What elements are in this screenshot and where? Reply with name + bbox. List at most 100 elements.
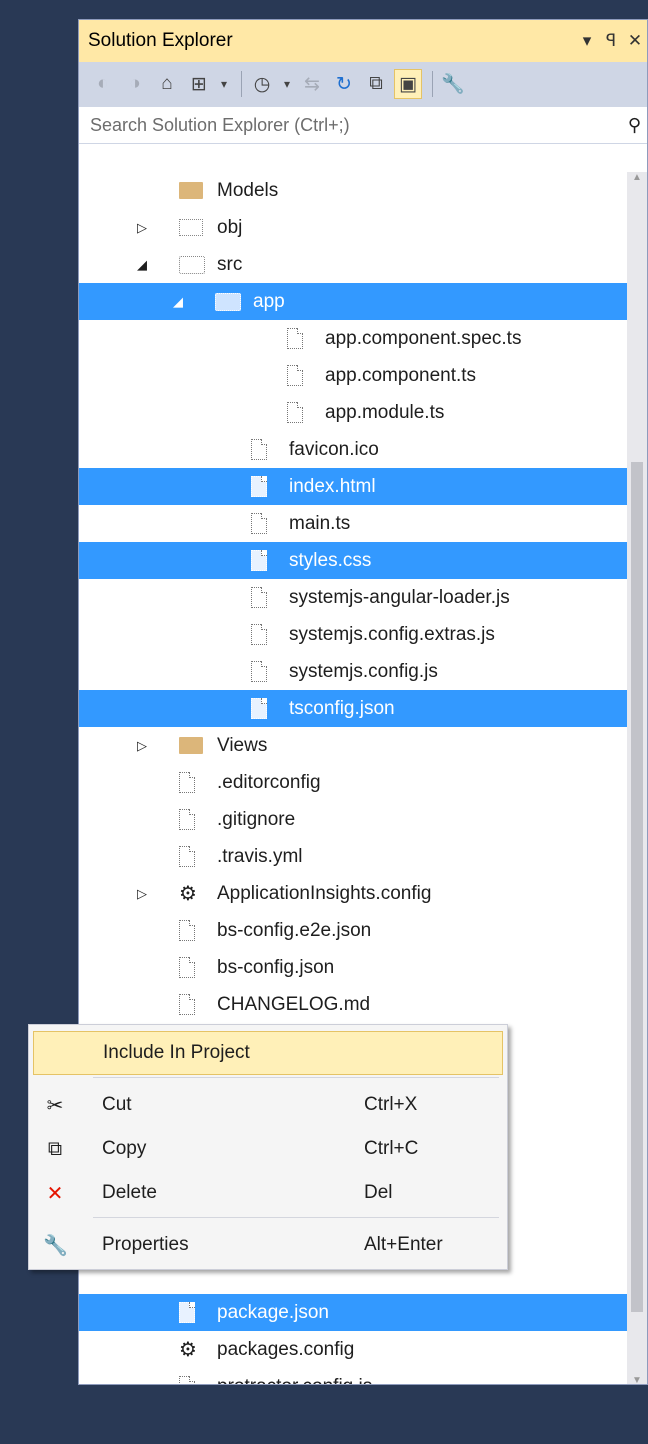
folder-open-excluded-icon <box>179 255 205 274</box>
menu-item-label: Delete <box>102 1182 157 1203</box>
properties-icon[interactable]: 🔧 <box>439 69 467 99</box>
delete-icon: ✕ <box>46 1182 64 1205</box>
tree-item-label: app.module.ts <box>325 401 445 423</box>
title-bar[interactable]: Solution Explorer ▾ ꟼ ✕ <box>79 20 647 62</box>
menu-item-delete[interactable]: ✕ Delete Del <box>29 1171 507 1215</box>
search-icon[interactable]: ⚲ <box>628 115 641 136</box>
tree-item-bs-config-json[interactable]: bs-config.json <box>79 949 629 986</box>
collapse-all-icon[interactable]: ⧉ <box>362 69 390 99</box>
tree-item-index-html[interactable]: index.html <box>79 468 629 505</box>
scissors-icon: ✂ <box>46 1094 64 1117</box>
tree-item-label: styles.css <box>289 549 372 571</box>
tree-item-label: Views <box>217 734 268 756</box>
tree-item-packages-config[interactable]: ⚙ packages.config <box>79 1331 629 1368</box>
expand-arrow-icon[interactable]: ▷ <box>135 220 149 236</box>
scroll-up-icon[interactable]: ▲ <box>627 172 647 183</box>
context-menu: Include In Project ✂ Cut Ctrl+X ⧉ Copy C… <box>28 1024 508 1270</box>
tree-item-travis-yml[interactable]: .travis.yml <box>79 838 629 875</box>
tree-item-systemjs-config-extras-js[interactable]: systemjs.config.extras.js <box>79 616 629 653</box>
tree-item-tsconfig-json[interactable]: tsconfig.json <box>79 690 629 727</box>
tree-item-label: ApplicationInsights.config <box>217 882 432 904</box>
tree-item-systemjs-angular-loader-js[interactable]: systemjs-angular-loader.js <box>79 579 629 616</box>
tree-item-editorconfig[interactable]: .editorconfig <box>79 764 629 801</box>
file-excluded-icon <box>287 328 303 349</box>
tree-item-label: src <box>217 253 243 275</box>
panel-title: Solution Explorer <box>88 30 233 51</box>
tree-item-protractor-config-js[interactable]: protractor.config.js <box>79 1368 629 1384</box>
window-position-dropdown-icon[interactable]: ▾ <box>575 31 599 51</box>
menu-item-label: Cut <box>102 1094 132 1115</box>
collapse-arrow-icon[interactable]: ◢ <box>171 294 185 310</box>
tree-item-src[interactable]: ◢ src <box>79 246 629 283</box>
file-excluded-icon <box>179 1376 195 1384</box>
close-icon[interactable]: ✕ <box>623 31 647 51</box>
tree-item-models[interactable]: Models <box>79 172 629 209</box>
tree-item-main-ts[interactable]: main.ts <box>79 505 629 542</box>
menu-item-shortcut: Del <box>364 1182 393 1203</box>
expand-arrow-icon[interactable]: ▷ <box>135 738 149 754</box>
tree-item-systemjs-config-js[interactable]: systemjs.config.js <box>79 653 629 690</box>
pin-icon[interactable]: ꟼ <box>599 31 623 51</box>
forward-icon[interactable]: ◑ <box>121 69 149 99</box>
tree-item-app-module-ts[interactable]: app.module.ts <box>79 394 629 431</box>
tree-item-app-component-ts[interactable]: app.component.ts <box>79 357 629 394</box>
file-excluded-icon <box>251 550 267 571</box>
tree-item-app[interactable]: ◢ app <box>79 283 629 320</box>
tree-item-obj[interactable]: ▷ obj <box>79 209 629 246</box>
scroll-thumb[interactable] <box>631 462 643 1312</box>
dropdown-icon[interactable]: ▾ <box>217 69 231 99</box>
pending-changes-filter-icon[interactable]: ◷ <box>248 69 276 99</box>
tree-item-label: bs-config.e2e.json <box>217 919 372 941</box>
tree-item-label: systemjs.config.extras.js <box>289 623 495 645</box>
tree-item-label: index.html <box>289 475 376 497</box>
tree-item-label: package.json <box>217 1301 329 1323</box>
tree-item-label: bs-config.json <box>217 956 335 978</box>
tree-item-bs-config-e2e-json[interactable]: bs-config.e2e.json <box>79 912 629 949</box>
sync-with-active-document-icon[interactable]: ⇆ <box>298 69 326 99</box>
tree-item-styles-css[interactable]: styles.css <box>79 542 629 579</box>
search-box: ⚲ <box>79 106 647 144</box>
switch-views-icon[interactable]: ⊞ <box>185 69 213 99</box>
file-excluded-icon <box>251 661 267 682</box>
scroll-down-icon[interactable]: ▼ <box>627 1375 647 1384</box>
tree-item-label: .travis.yml <box>217 845 303 867</box>
tree-item-favicon-ico[interactable]: favicon.ico <box>79 431 629 468</box>
file-excluded-icon <box>179 920 195 941</box>
collapse-arrow-icon[interactable]: ◢ <box>135 257 149 273</box>
back-icon[interactable]: ◐ <box>89 69 117 99</box>
toolbar: ◐ ◑ ⌂ ⊞ ▾ ◷ ▾ ⇆ ↻ ⧉ ▣ 🔧 <box>79 62 647 106</box>
toolbar-separator <box>432 71 433 97</box>
vertical-scrollbar[interactable]: ▲ ▼ <box>627 172 647 1384</box>
tree-item-label: tsconfig.json <box>289 697 395 719</box>
file-excluded-icon <box>251 439 267 460</box>
file-excluded-icon <box>251 476 267 497</box>
search-input[interactable] <box>88 113 628 137</box>
folder-icon <box>179 737 203 754</box>
menu-item-label: Copy <box>102 1138 147 1159</box>
menu-item-copy[interactable]: ⧉ Copy Ctrl+C <box>29 1127 507 1171</box>
menu-item-cut[interactable]: ✂ Cut Ctrl+X <box>29 1083 507 1127</box>
file-excluded-icon <box>251 698 267 719</box>
tree-item-gitignore[interactable]: .gitignore <box>79 801 629 838</box>
show-all-files-icon[interactable]: ▣ <box>394 69 422 99</box>
tree-item-label: systemjs-angular-loader.js <box>289 586 510 608</box>
dropdown-icon[interactable]: ▾ <box>280 69 294 99</box>
menu-item-shortcut: Ctrl+C <box>364 1138 419 1159</box>
expand-arrow-icon[interactable]: ▷ <box>135 886 149 902</box>
toolbar-separator <box>241 71 242 97</box>
tree-item-label: main.ts <box>289 512 351 534</box>
menu-item-properties[interactable]: 🔧 Properties Alt+Enter <box>29 1223 507 1267</box>
refresh-icon[interactable]: ↻ <box>330 69 358 99</box>
menu-item-include-in-project[interactable]: Include In Project <box>33 1031 503 1075</box>
tree-item-label: Models <box>217 179 279 201</box>
tree-item-app-component-spec-ts[interactable]: app.component.spec.ts <box>79 320 629 357</box>
tree-item-label: app <box>253 290 285 312</box>
config-file-icon: ⚙ <box>179 882 197 905</box>
tree-item-changelog-md[interactable]: CHANGELOG.md <box>79 986 629 1023</box>
tree-item-views[interactable]: ▷ Views <box>79 727 629 764</box>
tree-item-applicationinsights-config[interactable]: ▷ ⚙ ApplicationInsights.config <box>79 875 629 912</box>
folder-icon <box>179 182 203 199</box>
home-icon[interactable]: ⌂ <box>153 69 181 99</box>
tree-item-package-json[interactable]: package.json <box>79 1294 629 1331</box>
solution-tree-bottom: package.json ⚙ packages.config protractor.c… <box>79 1294 629 1384</box>
